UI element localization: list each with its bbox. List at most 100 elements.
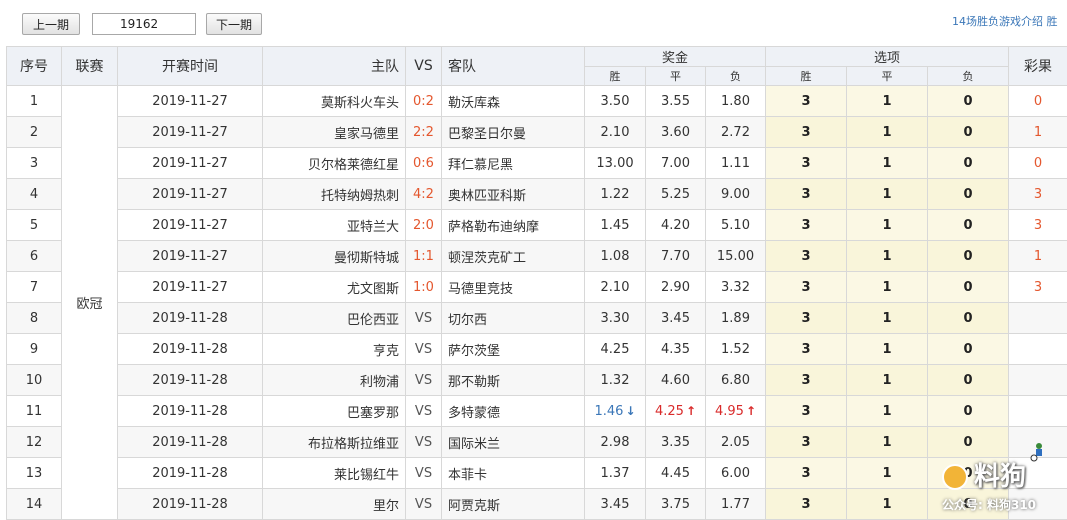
cell-option-win[interactable]: 3 [766, 210, 847, 241]
odds-value: 1.45 [601, 218, 630, 233]
cell-odds-draw: 4.60 [646, 365, 706, 396]
cell-option-win[interactable]: 3 [766, 458, 847, 489]
cell-option-win[interactable]: 3 [766, 117, 847, 148]
table-row: 72019-11-27尤文图斯1:0马德里竞技2.102.903.323103 [7, 272, 1067, 303]
cell-odds-win: 13.00 [585, 148, 646, 179]
cell-seq: 2 [7, 117, 62, 148]
odds-value: 1.89 [721, 311, 750, 326]
cell-option-win[interactable]: 3 [766, 303, 847, 334]
cell-home-team: 里尔 [263, 489, 406, 520]
cell-score: 1:0 [406, 272, 442, 303]
cell-option-lose[interactable]: 0 [928, 117, 1009, 148]
cell-option-win[interactable]: 3 [766, 365, 847, 396]
cell-time: 2019-11-27 [118, 148, 263, 179]
cell-option-lose[interactable]: 0 [928, 210, 1009, 241]
cell-option-lose[interactable]: 0 [928, 365, 1009, 396]
header-vs: VS [406, 47, 442, 86]
odds-value: 4.35 [661, 342, 690, 357]
cell-odds-win: 2.10 [585, 272, 646, 303]
odds-value: 2.98 [601, 435, 630, 450]
cell-odds-lose: 15.00 [706, 241, 766, 272]
cell-option-win[interactable]: 3 [766, 396, 847, 427]
cell-away-team: 拜仁慕尼黑 [442, 148, 585, 179]
cell-option-draw[interactable]: 1 [847, 303, 928, 334]
cell-option-win[interactable]: 3 [766, 241, 847, 272]
odds-value: 3.55 [661, 94, 690, 109]
cell-option-draw[interactable]: 1 [847, 86, 928, 117]
arrow-down-icon: ↓ [625, 404, 635, 418]
cell-option-draw[interactable]: 1 [847, 117, 928, 148]
cell-odds-lose: 6.80 [706, 365, 766, 396]
table-row: 102019-11-28利物浦VS那不勒斯1.324.606.80310 [7, 365, 1067, 396]
cell-option-draw[interactable]: 1 [847, 489, 928, 520]
cell-result [1009, 334, 1067, 365]
cell-score: 2:2 [406, 117, 442, 148]
cell-odds-draw: 2.90 [646, 272, 706, 303]
cell-time: 2019-11-27 [118, 179, 263, 210]
odds-value: 3.50 [601, 94, 630, 109]
cell-seq: 13 [7, 458, 62, 489]
cell-option-draw[interactable]: 1 [847, 427, 928, 458]
cell-option-lose[interactable]: 0 [928, 272, 1009, 303]
odds-value: 2.90 [661, 280, 690, 295]
cell-odds-lose: 1.11 [706, 148, 766, 179]
header-time: 开赛时间 [118, 47, 263, 86]
cell-option-lose[interactable]: 0 [928, 396, 1009, 427]
game-rules-link[interactable]: 14场胜负游戏介绍 胜 [952, 13, 1058, 29]
cell-home-team: 亚特兰大 [263, 210, 406, 241]
cell-option-win[interactable]: 3 [766, 148, 847, 179]
header-options: 选项 [766, 47, 1009, 67]
cell-option-win[interactable]: 3 [766, 427, 847, 458]
cell-option-draw[interactable]: 1 [847, 272, 928, 303]
cell-odds-draw: 7.70 [646, 241, 706, 272]
cell-odds-draw: 4.35 [646, 334, 706, 365]
cell-option-win[interactable]: 3 [766, 179, 847, 210]
cell-option-lose[interactable]: 0 [928, 86, 1009, 117]
cell-home-team: 莱比锡红牛 [263, 458, 406, 489]
cell-option-lose[interactable]: 0 [928, 334, 1009, 365]
cell-option-draw[interactable]: 1 [847, 458, 928, 489]
cell-home-team: 贝尔格莱德红星 [263, 148, 406, 179]
cell-home-team: 巴塞罗那 [263, 396, 406, 427]
odds-value: 13.00 [596, 156, 633, 171]
cell-home-team: 布拉格斯拉维亚 [263, 427, 406, 458]
prev-period-button[interactable]: 上一期 [22, 13, 80, 35]
cell-option-draw[interactable]: 1 [847, 365, 928, 396]
cell-home-team: 尤文图斯 [263, 272, 406, 303]
cell-option-draw[interactable]: 1 [847, 148, 928, 179]
cell-result [1009, 396, 1067, 427]
cell-option-win[interactable]: 3 [766, 489, 847, 520]
cell-away-team: 萨尔茨堡 [442, 334, 585, 365]
odds-value: 1.32 [601, 373, 630, 388]
cell-option-draw[interactable]: 1 [847, 334, 928, 365]
cell-option-draw[interactable]: 1 [847, 396, 928, 427]
cell-odds-win: 1.08 [585, 241, 646, 272]
cell-option-draw[interactable]: 1 [847, 210, 928, 241]
cell-time: 2019-11-28 [118, 365, 263, 396]
table-row: 82019-11-28巴伦西亚VS切尔西3.303.451.89310 [7, 303, 1067, 334]
period-input[interactable] [92, 13, 196, 35]
cell-option-win[interactable]: 3 [766, 334, 847, 365]
cell-option-win[interactable]: 3 [766, 86, 847, 117]
cell-option-lose[interactable]: 0 [928, 148, 1009, 179]
cell-option-draw[interactable]: 1 [847, 179, 928, 210]
cell-result: 0 [1009, 148, 1067, 179]
odds-value: 6.80 [721, 373, 750, 388]
cell-time: 2019-11-28 [118, 489, 263, 520]
cell-option-draw[interactable]: 1 [847, 241, 928, 272]
cell-option-lose[interactable]: 0 [928, 303, 1009, 334]
header-option-draw: 平 [847, 67, 928, 86]
cell-time: 2019-11-27 [118, 117, 263, 148]
arrow-up-icon: ↑ [746, 404, 756, 418]
table-row: 42019-11-27托特纳姆热刺4:2奥林匹亚科斯1.225.259.0031… [7, 179, 1067, 210]
cell-option-lose[interactable]: 0 [928, 241, 1009, 272]
cell-time: 2019-11-27 [118, 272, 263, 303]
cell-option-win[interactable]: 3 [766, 272, 847, 303]
cell-odds-lose: 4.95↑ [706, 396, 766, 427]
header-league: 联赛 [62, 47, 118, 86]
next-period-button[interactable]: 下一期 [206, 13, 262, 35]
odds-value: 7.70 [661, 249, 690, 264]
cell-result: 3 [1009, 272, 1067, 303]
cell-league: 欧冠 [62, 86, 118, 520]
cell-option-lose[interactable]: 0 [928, 179, 1009, 210]
